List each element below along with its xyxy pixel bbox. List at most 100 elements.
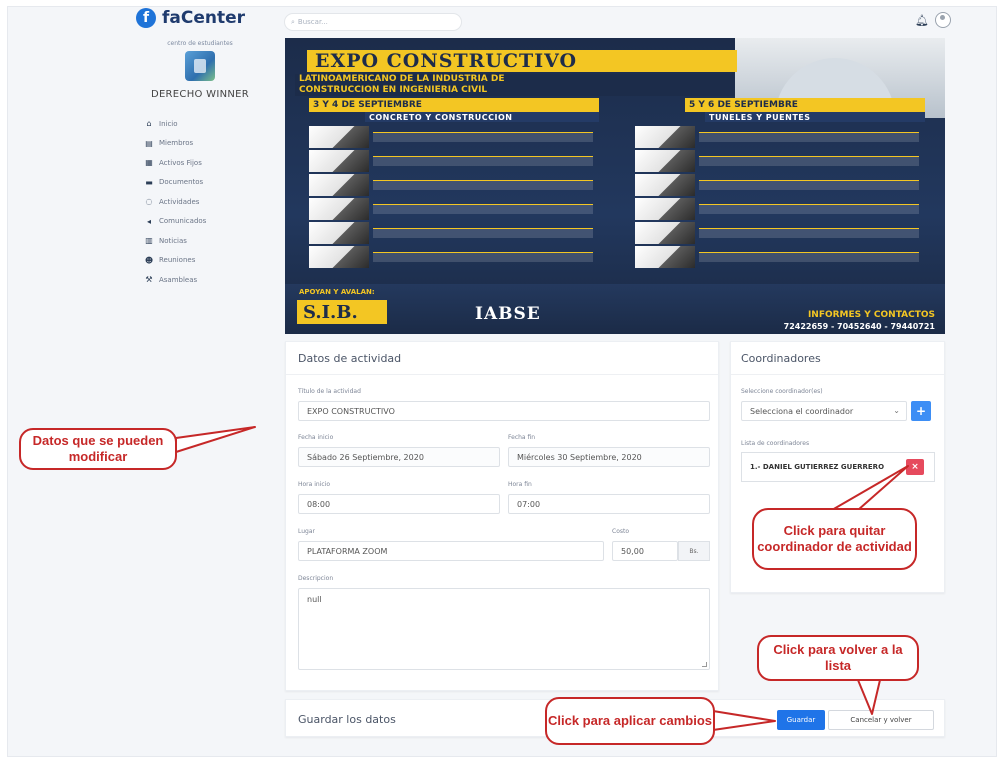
- callout-remove-coordinator: Click para quitar coordinador de activid…: [752, 508, 917, 570]
- coordinator-select[interactable]: Selecciona el coordinador ⌄: [741, 401, 907, 421]
- sidebar-item-label: Documentos: [159, 178, 204, 187]
- folder-icon: ▬: [145, 177, 153, 187]
- top-icons: 🔔︎: [915, 12, 951, 28]
- banner-info-text: INFORMES Y CONTACTOS: [807, 310, 935, 320]
- activity-form-card: Datos de actividad Título de la activida…: [285, 341, 719, 691]
- iabse-logo: IABSE: [475, 304, 541, 324]
- sidebar-item-label: Asambleas: [159, 275, 198, 284]
- cost-field[interactable]: 50,00: [612, 541, 678, 561]
- currency-addon: Bs.: [678, 541, 710, 561]
- add-coordinator-button[interactable]: +: [911, 401, 931, 421]
- logo-mark: f: [136, 8, 156, 28]
- end-time-label: Hora fin: [508, 481, 532, 488]
- callout-editable-data: Datos que se pueden modificar: [19, 428, 177, 470]
- sidebar: f faCenter centro de estudiantes DERECHO…: [130, 8, 270, 290]
- sidebar-item-label: Actividades: [159, 197, 200, 206]
- end-date-label: Fecha fin: [508, 434, 536, 441]
- sidebar-item-documentos[interactable]: ▬ Documentos: [144, 173, 270, 193]
- sidebar-item-miembros[interactable]: ▤ Miembros: [144, 134, 270, 154]
- search-input[interactable]: ⌕ Buscar...: [284, 13, 462, 31]
- select-coordinator-label: Seleccione coordinador(es): [741, 388, 823, 395]
- place-field[interactable]: PLATAFORMA ZOOM: [298, 541, 604, 561]
- remove-coordinator-button[interactable]: ×: [906, 459, 924, 475]
- end-date-field[interactable]: Miércoles 30 Septiembre, 2020: [508, 447, 710, 467]
- callout-apply-changes: Click para aplicar cambios: [545, 697, 715, 745]
- activity-banner-image: EXPO CONSTRUCTIVO LATINOAMERICANO DE LA …: [285, 38, 945, 334]
- banner-title: EXPO CONSTRUCTIVO: [307, 50, 737, 72]
- start-date-field[interactable]: Sábado 26 Septiembre, 2020: [298, 447, 500, 467]
- sidebar-item-label: Activos Fijos: [159, 158, 202, 167]
- speaker-row: [635, 246, 925, 268]
- activity-card-title: Datos de actividad: [298, 352, 402, 365]
- title-label: Título de la actividad: [298, 388, 361, 395]
- description-textarea[interactable]: null: [298, 588, 710, 670]
- banner-subtitle-2: CONSTRUCCION EN INGENIERIA CIVIL: [295, 85, 735, 96]
- speaker-row: [309, 246, 599, 268]
- sidebar-item-actividades[interactable]: ◌ Actividades: [144, 192, 270, 212]
- place-label: Lugar: [298, 528, 315, 535]
- sidebar-item-asambleas[interactable]: ⚒ Asambleas: [144, 270, 270, 290]
- end-time-field[interactable]: 07:00: [508, 494, 710, 514]
- sidebar-item-label: Inicio: [159, 119, 178, 128]
- home-icon: ⌂: [146, 119, 152, 129]
- app-logo[interactable]: f faCenter: [136, 8, 270, 28]
- sidebar-menu: ⌂ Inicio ▤ Miembros ▦ Activos Fijos ▬ Docume…: [144, 114, 270, 290]
- sidebar-item-activos[interactable]: ▦ Activos Fijos: [144, 153, 270, 173]
- speaker-row: [309, 198, 599, 220]
- sidebar-item-noticias[interactable]: ▥ Noticias: [144, 231, 270, 251]
- speaker-row: [635, 174, 925, 196]
- start-date-label: Fecha inicio: [298, 434, 334, 441]
- speaker-row: [635, 198, 925, 220]
- cost-label: Costo: [612, 528, 630, 535]
- banner-date-1: 3 Y 4 DE SEPTIEMBRE: [309, 98, 599, 112]
- gavel-icon: ⚒: [145, 275, 153, 285]
- speaker-row: [635, 126, 925, 148]
- banner-topic-2: TUNELES Y PUENTES: [705, 112, 925, 122]
- coordinators-card-title: Coordinadores: [741, 352, 821, 365]
- banner-date-2: 5 Y 6 DE SEPTIEMBRE: [685, 98, 925, 112]
- sidebar-item-label: Comunicados: [159, 217, 207, 226]
- center-logo-image: [185, 51, 215, 81]
- description-value: null: [307, 595, 322, 604]
- sidebar-item-reuniones[interactable]: ☻ Reuniones: [144, 251, 270, 271]
- center-caption: centro de estudiantes: [167, 40, 233, 47]
- sidebar-item-inicio[interactable]: ⌂ Inicio: [144, 114, 270, 134]
- save-card-title: Guardar los datos: [298, 713, 396, 726]
- speaker-row: [309, 222, 599, 244]
- user-avatar-icon[interactable]: [934, 12, 951, 28]
- banner-phones: 72422659 - 70452640 - 79440721: [783, 322, 935, 331]
- start-time-label: Hora inicio: [298, 481, 331, 488]
- speaker-row: [635, 150, 925, 172]
- speaker-row: [635, 222, 925, 244]
- id-card-icon: ▤: [145, 138, 153, 148]
- bell-icon[interactable]: 🔔︎: [915, 14, 929, 27]
- banner-subtitle-1: LATINOAMERICANO DE LA INDUSTRIA DE: [295, 74, 735, 85]
- banner-support-text: APOYAN Y AVALAN:: [299, 288, 375, 296]
- callout-back-to-list: Click para volver a la lista: [757, 635, 919, 681]
- resize-handle-icon[interactable]: [702, 662, 707, 667]
- save-button[interactable]: Guardar: [777, 710, 825, 730]
- description-label: Descripcion: [298, 575, 334, 582]
- speaker-row: [309, 150, 599, 172]
- chevron-down-icon: ⌄: [893, 406, 900, 415]
- sidebar-item-label: Reuniones: [159, 256, 196, 265]
- sidebar-item-label: Noticias: [159, 236, 187, 245]
- comments-icon: ◌: [145, 197, 153, 207]
- users-icon: ☻: [144, 255, 154, 265]
- cancel-button[interactable]: Cancelar y volver: [828, 710, 934, 730]
- sidebar-item-label: Miembros: [159, 139, 194, 148]
- coordinator-name: 1.- DANIEL GUTIERREZ GUERRERO: [750, 463, 885, 471]
- logo-text: faCenter: [162, 8, 246, 28]
- speaker-row: [309, 174, 599, 196]
- divider: [731, 374, 944, 375]
- sidebar-item-comunicados[interactable]: ◂ Comunicados: [144, 212, 270, 232]
- divider: [286, 374, 718, 375]
- start-time-field[interactable]: 08:00: [298, 494, 500, 514]
- org-name: DERECHO WINNER: [150, 89, 250, 100]
- search-placeholder: Buscar...: [297, 18, 328, 26]
- megaphone-icon: ◂: [146, 216, 151, 226]
- coordinator-list-label: Lista de coordinadores: [741, 440, 810, 447]
- activity-title-field[interactable]: EXPO CONSTRUCTIVO: [298, 401, 710, 421]
- boxes-icon: ▦: [145, 158, 153, 168]
- banner-topic-1: CONCRETO Y CONSTRUCCION: [365, 112, 599, 122]
